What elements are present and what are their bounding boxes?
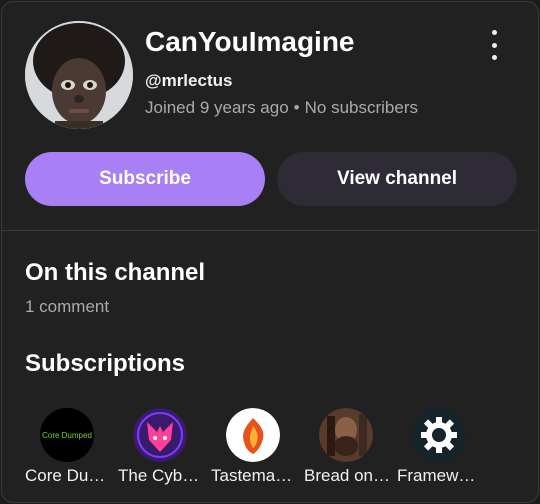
subscription-name[interactable]: Core Du… bbox=[25, 466, 111, 486]
subscription-avatar[interactable]: Core Dumped bbox=[40, 408, 94, 462]
subscribe-button[interactable]: Subscribe bbox=[25, 152, 265, 206]
subscriber-count: No subscribers bbox=[304, 98, 418, 117]
subscription-avatar[interactable] bbox=[319, 408, 373, 462]
channel-card: CanYouImagine @mrlectus Joined 9 years a… bbox=[1, 1, 539, 503]
subscription-avatar[interactable] bbox=[133, 408, 187, 462]
channel-avatar[interactable] bbox=[25, 21, 133, 129]
meta-separator: • bbox=[293, 98, 300, 117]
svg-text:Core Dumped: Core Dumped bbox=[42, 431, 92, 440]
channel-meta: Joined 9 years ago • No subscribers bbox=[145, 98, 418, 118]
subscription-name[interactable]: Tastema… bbox=[211, 466, 297, 486]
subscription-name[interactable]: Bread on… bbox=[304, 466, 390, 486]
comment-count[interactable]: 1 comment bbox=[25, 297, 109, 317]
subscription-avatar[interactable] bbox=[226, 408, 280, 462]
subscription-avatar[interactable] bbox=[412, 408, 466, 462]
more-options-icon[interactable] bbox=[482, 30, 506, 60]
on-channel-heading: On this channel bbox=[25, 259, 206, 286]
subscription-name[interactable]: The Cyb… bbox=[118, 466, 204, 486]
divider bbox=[2, 230, 538, 231]
channel-handle: @mrlectus bbox=[145, 71, 233, 90]
joined-date: Joined 9 years ago bbox=[145, 98, 289, 117]
view-channel-button[interactable]: View channel bbox=[277, 152, 517, 206]
subscription-name[interactable]: Framew… bbox=[397, 466, 483, 486]
subscriptions-heading: Subscriptions bbox=[25, 350, 186, 377]
channel-name: CanYouImagine bbox=[145, 26, 355, 57]
